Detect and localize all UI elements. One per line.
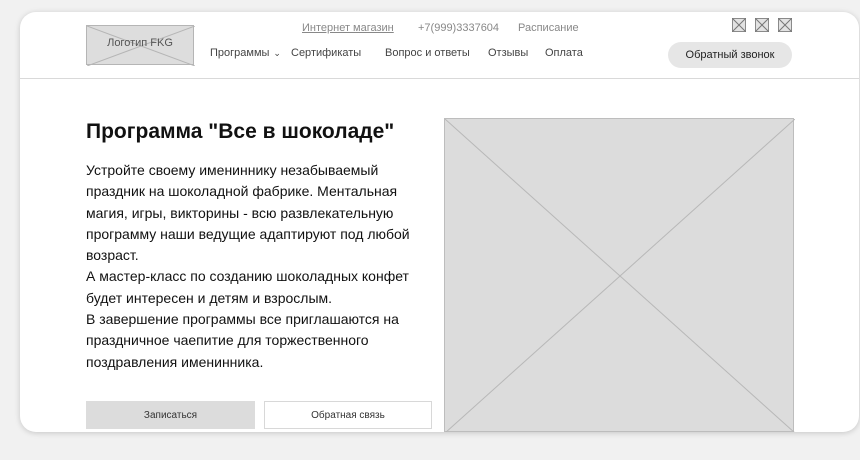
page-title: Программа "Все в шоколаде"	[86, 120, 395, 143]
description-paragraph: А мастер-класс по созданию шоколадных ко…	[86, 268, 409, 306]
nav-item-programs-label: Программы	[210, 47, 270, 59]
nav-item-certificates[interactable]: Сертификаты	[291, 47, 361, 59]
logo[interactable]: Логотип FKG	[86, 25, 195, 66]
program-description: Устройте своему имениннику незабываемый …	[86, 160, 438, 373]
chevron-down-icon: ⌄	[273, 48, 281, 58]
nav-item-programs[interactable]: Программы ⌄	[210, 47, 281, 59]
schedule-link[interactable]: Расписание	[518, 22, 579, 34]
phone-number[interactable]: +7(999)3337604	[418, 22, 499, 34]
header: Логотип FKG Интернет магазин +7(999)3337…	[20, 12, 859, 79]
nav-item-faq[interactable]: Вопрос и ответы	[385, 47, 470, 59]
logo-text: Логотип FKG	[107, 37, 173, 49]
image-placeholder-icon	[445, 119, 795, 432]
signup-button[interactable]: Записаться	[86, 401, 255, 429]
shop-link[interactable]: Интернет магазин	[302, 22, 394, 34]
image-placeholder	[444, 118, 795, 432]
social-placeholder-icon[interactable]	[755, 18, 769, 32]
nav-item-payment[interactable]: Оплата	[545, 47, 583, 59]
nav-item-reviews[interactable]: Отзывы	[488, 47, 528, 59]
description-paragraph: В завершение программы все приглашаются …	[86, 311, 399, 370]
social-placeholder-icon[interactable]	[778, 18, 792, 32]
description-paragraph: Устройте своему имениннику незабываемый …	[86, 162, 410, 264]
page-card: Логотип FKG Интернет магазин +7(999)3337…	[20, 12, 859, 432]
feedback-button[interactable]: Обратная связь	[264, 401, 432, 429]
callback-button[interactable]: Обратный звонок	[668, 42, 792, 68]
social-placeholder-icon[interactable]	[732, 18, 746, 32]
